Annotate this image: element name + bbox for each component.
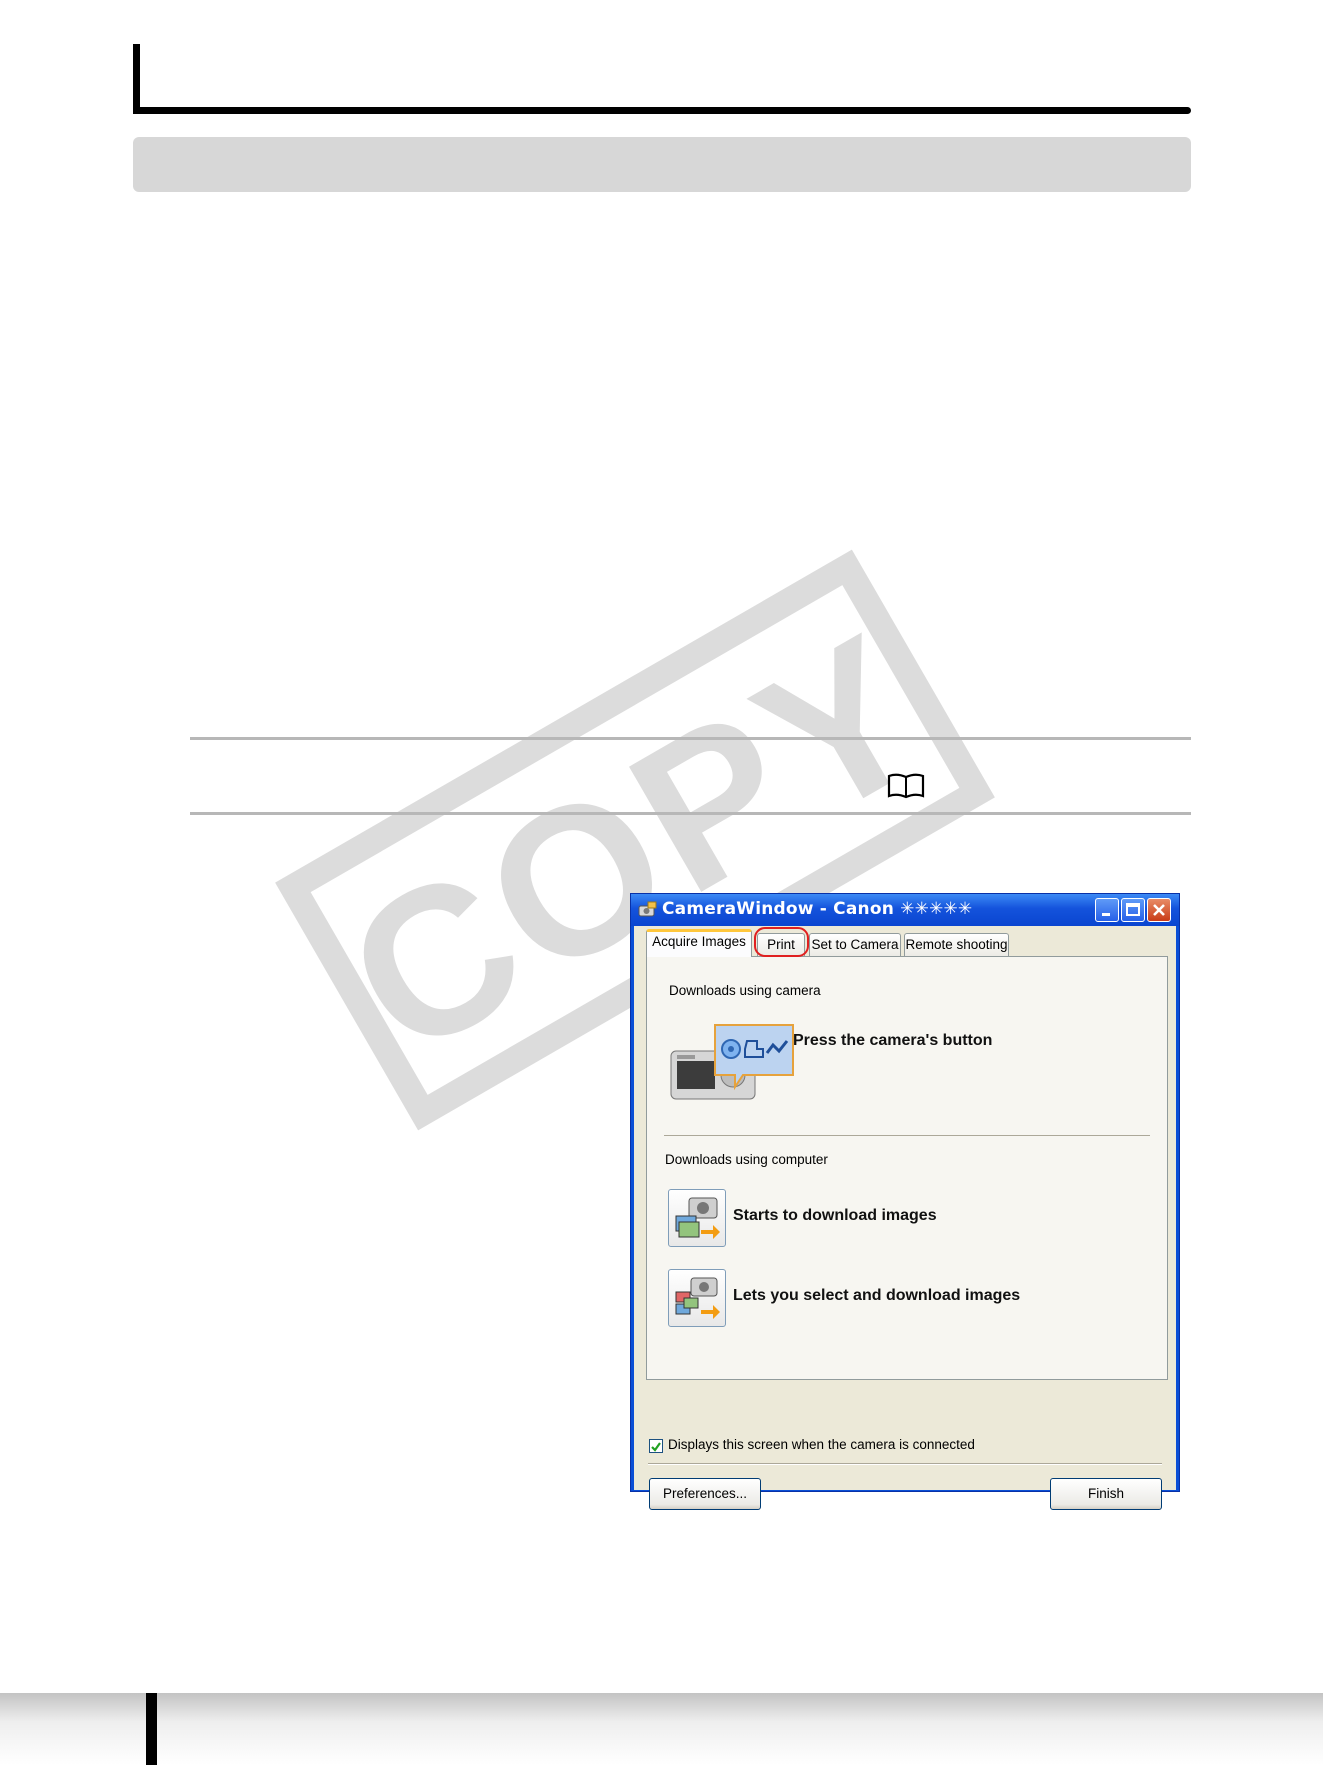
camerawindow-dialog: CameraWindow - Canon ✳✳✳✳✳ Acquire Image…	[630, 893, 1180, 1510]
page-footer-marker	[146, 1693, 157, 1765]
tab-set-to-camera[interactable]: Set to Camera	[809, 933, 901, 956]
minimize-button[interactable]	[1095, 898, 1119, 922]
camerawindow-app-icon	[638, 901, 657, 917]
header-bracket-rule	[133, 107, 1191, 114]
preferences-button[interactable]: Preferences...	[649, 1478, 761, 1510]
checkmark-icon	[651, 1442, 661, 1452]
close-icon	[1153, 904, 1165, 916]
select-download-button[interactable]	[668, 1269, 726, 1327]
note-rule-bottom	[190, 812, 1191, 815]
camera-button-illustration	[670, 1024, 794, 1100]
minimize-icon	[1102, 913, 1110, 916]
footer-separator	[648, 1463, 1162, 1465]
print-tab-highlight	[754, 927, 809, 957]
show-on-connect-checkbox[interactable]	[649, 1439, 663, 1453]
section-divider	[664, 1135, 1150, 1136]
download-images-button[interactable]	[668, 1189, 726, 1247]
section-heading-band	[133, 137, 1191, 192]
maximize-button[interactable]	[1121, 898, 1145, 922]
page-footer-band	[0, 1693, 1323, 1765]
window-client-area: Acquire Images Print Set to Camera Remot…	[634, 926, 1176, 1510]
maximize-icon	[1126, 903, 1140, 916]
note-rule-top	[190, 737, 1191, 740]
header-bracket-vertical	[133, 44, 140, 114]
book-icon	[887, 773, 925, 799]
download-images-label[interactable]: Starts to download images	[733, 1207, 937, 1225]
camera-section-label: Downloads using camera	[669, 983, 821, 998]
finish-button[interactable]: Finish	[1050, 1478, 1162, 1510]
title-bar[interactable]: CameraWindow - Canon ✳✳✳✳✳	[631, 894, 1179, 926]
download-all-icon	[675, 1197, 720, 1239]
computer-section-label: Downloads using computer	[665, 1152, 828, 1167]
show-on-connect-label[interactable]: Displays this screen when the camera is …	[668, 1437, 975, 1452]
select-download-label[interactable]: Lets you select and download images	[733, 1287, 1020, 1305]
tab-remote-shooting[interactable]: Remote shooting	[904, 933, 1009, 956]
tab-acquire-images[interactable]: Acquire Images	[646, 929, 752, 957]
select-download-icon	[675, 1277, 720, 1319]
window-title: CameraWindow - Canon ✳✳✳✳✳	[662, 899, 973, 919]
acquire-images-panel: Downloads using camera Press the camera'…	[646, 956, 1168, 1380]
close-button[interactable]	[1147, 898, 1171, 922]
press-camera-button-text: Press the camera's button	[793, 1032, 993, 1049]
